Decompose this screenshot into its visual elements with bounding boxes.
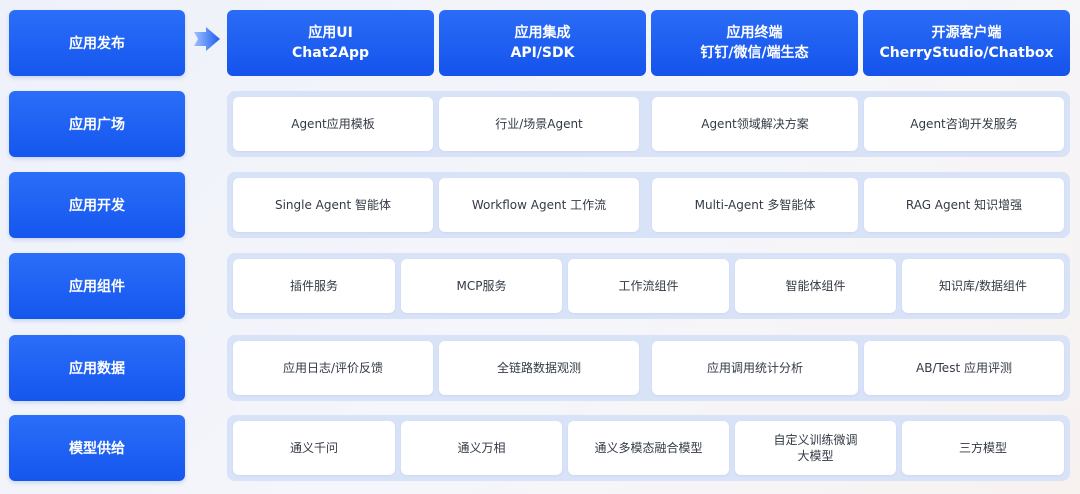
data-item: 应用日志/评价反馈: [233, 341, 433, 395]
card-line1: 应用集成: [514, 25, 571, 41]
arrow-right-icon: [194, 27, 220, 51]
models-panel: 通义千问 通义万相 通义多模态融合模型 自定义训练微调 大模型 三方模型: [227, 415, 1070, 481]
model-item: 通义多模态融合模型: [568, 421, 729, 475]
row-label-components: 应用组件: [9, 253, 185, 319]
model-item: 三方模型: [902, 421, 1064, 475]
release-card-integration: 应用集成 API/SDK: [439, 10, 646, 76]
component-item: MCP服务: [401, 259, 562, 313]
model-item-line2: 大模型: [797, 449, 834, 463]
dev-item: Multi-Agent 多智能体: [652, 178, 858, 232]
card-line2: Chat2App: [292, 45, 369, 61]
row-label-text: 应用组件: [69, 279, 125, 295]
component-item: 知识库/数据组件: [902, 259, 1064, 313]
row-label-text: 应用发布: [69, 36, 125, 52]
model-item-line1: 自定义训练微调: [773, 433, 858, 447]
dev-item: RAG Agent 知识增强: [864, 178, 1064, 232]
row-label-text: 应用开发: [69, 198, 125, 214]
release-card-opensource: 开源客户端 CherryStudio/Chatbox: [863, 10, 1070, 76]
model-item: 通义千问: [233, 421, 395, 475]
components-panel: 插件服务 MCP服务 工作流组件 智能体组件 知识库/数据组件: [227, 253, 1070, 319]
row-label-data: 应用数据: [9, 335, 185, 401]
dev-item: Workflow Agent 工作流: [439, 178, 639, 232]
row-label-text: 应用广场: [69, 117, 125, 133]
data-item: AB/Test 应用评测: [864, 341, 1064, 395]
row-label-release: 应用发布: [9, 10, 185, 76]
plaza-item: 行业/场景Agent: [439, 97, 639, 151]
component-item: 插件服务: [233, 259, 395, 313]
plaza-panel: Agent应用模板 行业/场景Agent Agent领域解决方案 Agent咨询…: [227, 91, 1070, 157]
release-card-terminal: 应用终端 钉钉/微信/端生态: [651, 10, 858, 76]
row-label-models: 模型供给: [9, 415, 185, 481]
data-item: 全链路数据观测: [439, 341, 639, 395]
component-item: 智能体组件: [735, 259, 896, 313]
dev-item: Single Agent 智能体: [233, 178, 433, 232]
plaza-item: Agent咨询开发服务: [864, 97, 1064, 151]
model-item: 通义万相: [401, 421, 562, 475]
dev-panel: Single Agent 智能体 Workflow Agent 工作流 Mult…: [227, 172, 1070, 238]
card-line2: API/SDK: [510, 45, 575, 61]
card-line1: 应用终端: [726, 25, 783, 41]
row-label-text: 模型供给: [69, 441, 125, 457]
component-item: 工作流组件: [568, 259, 729, 313]
card-line1: 应用UI: [308, 25, 353, 41]
data-panel: 应用日志/评价反馈 全链路数据观测 应用调用统计分析 AB/Test 应用评测: [227, 335, 1070, 401]
card-line2: CherryStudio/Chatbox: [879, 45, 1054, 61]
plaza-item: Agent应用模板: [233, 97, 433, 151]
row-label-plaza: 应用广场: [9, 91, 185, 157]
card-line2: 钉钉/微信/端生态: [700, 45, 809, 61]
plaza-item: Agent领域解决方案: [652, 97, 858, 151]
release-card-ui: 应用UI Chat2App: [227, 10, 434, 76]
row-label-dev: 应用开发: [9, 172, 185, 238]
row-label-text: 应用数据: [69, 361, 125, 377]
data-item: 应用调用统计分析: [652, 341, 858, 395]
card-line1: 开源客户端: [931, 25, 1002, 41]
model-item-custom: 自定义训练微调 大模型: [735, 421, 896, 475]
